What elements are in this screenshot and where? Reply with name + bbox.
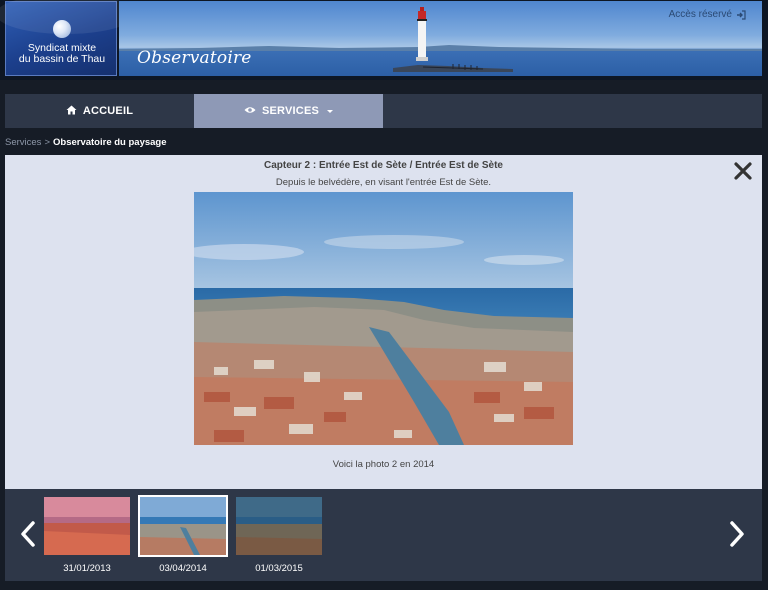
close-button[interactable] — [733, 161, 753, 181]
access-reserved-label: Accès réservé — [668, 9, 732, 20]
viewer-title: Capteur 2 : Entrée Est de Sète / Entrée … — [264, 160, 503, 171]
photo-caption: Voici la photo 2 en 2014 — [332, 459, 435, 470]
access-reserved-link[interactable]: Accès réservé — [669, 9, 746, 20]
eye-icon — [244, 105, 256, 117]
thumbnail-1[interactable]: 31/01/2013 — [44, 497, 130, 574]
logo-text-line2: du bassin de Thau — [18, 53, 106, 65]
home-icon — [66, 105, 77, 118]
breadcrumb-separator: > — [44, 137, 50, 148]
breadcrumb: Services > Observatoire du paysage — [5, 137, 167, 148]
previous-arrow-button[interactable] — [17, 519, 39, 549]
thumbnail-1-image — [44, 497, 130, 555]
scene-lighthouse — [415, 7, 429, 61]
header-banner: Syndicat mixte du bassin de Thau Observa… — [0, 0, 768, 80]
nav-item-services[interactable]: SERVICES — [194, 94, 383, 128]
photo-viewer-panel: Capteur 2 : Entrée Est de Sète / Entrée … — [5, 155, 762, 489]
page-bottom-bar — [0, 581, 768, 590]
thumbnail-2[interactable]: 03/04/2014 — [138, 495, 228, 574]
nav-item-services-label: SERVICES — [261, 105, 320, 117]
next-arrow-button[interactable] — [726, 519, 748, 549]
logo-text: Syndicat mixte du bassin de Thau — [6, 43, 118, 65]
main-photo — [194, 192, 573, 445]
viewer-subtitle: Depuis le belvédère, en visant l'entrée … — [275, 177, 492, 188]
thumbnail-2-image — [138, 495, 228, 557]
logo-globe-icon — [53, 20, 71, 38]
scene-jetty — [393, 57, 513, 72]
main-nav: ACCUEIL SERVICES — [5, 94, 762, 128]
thumbnail-1-date: 31/01/2013 — [63, 563, 111, 574]
logo[interactable]: Syndicat mixte du bassin de Thau — [0, 0, 136, 76]
thumbnail-3[interactable]: 01/03/2015 — [236, 497, 322, 574]
login-icon — [736, 9, 746, 20]
close-icon — [734, 162, 752, 180]
chevron-down-icon — [327, 109, 334, 113]
nav-item-accueil[interactable]: ACCUEIL — [5, 94, 194, 128]
nav-item-accueil-label: ACCUEIL — [82, 105, 134, 117]
breadcrumb-current: Observatoire du paysage — [53, 137, 167, 148]
chevron-right-icon — [730, 521, 744, 547]
brand-title: Observatoire — [137, 48, 252, 68]
thumbnail-3-date: 01/03/2015 — [255, 563, 303, 574]
chevron-left-icon — [21, 521, 35, 547]
thumbnail-2-date: 03/04/2014 — [159, 563, 207, 574]
thumbnail-3-image — [236, 497, 322, 555]
breadcrumb-parent[interactable]: Services — [5, 137, 41, 148]
thumbnail-strip: 31/01/2013 03/04/2014 01/03/2015 — [5, 489, 762, 581]
